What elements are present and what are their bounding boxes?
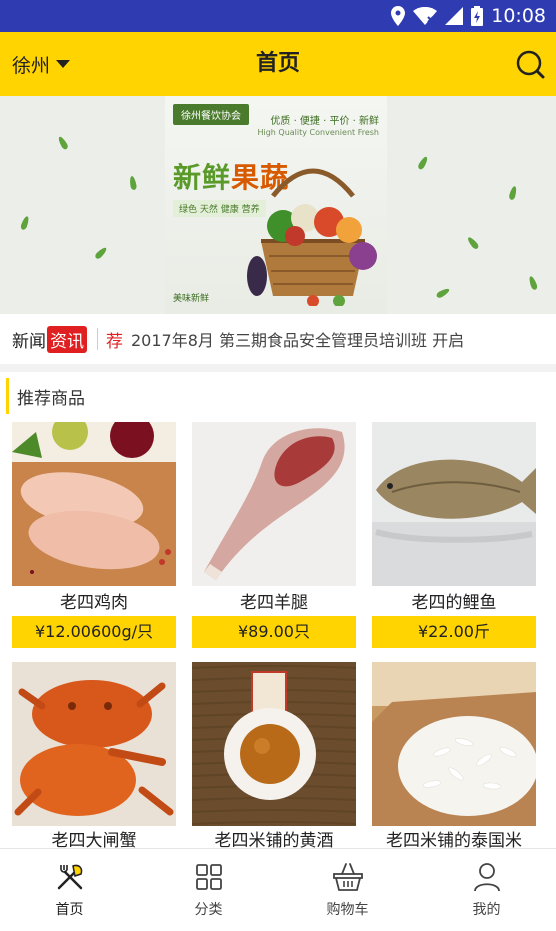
user-icon <box>471 861 503 893</box>
leaf-decoration <box>466 235 480 251</box>
promo-banner[interactable]: 徐州餐饮协会 优质 · 便捷 · 平价 · 新鲜 High Quality Co… <box>0 96 556 314</box>
product-card[interactable]: 老四米铺的泰国米 <box>372 662 536 851</box>
product-card[interactable]: 老四的鲤鱼 ¥22.00斤 <box>372 422 536 648</box>
status-time: 10:08 <box>491 5 546 27</box>
vegetable-basket-illustration <box>247 168 377 306</box>
leaf-decoration <box>435 286 451 300</box>
search-button[interactable] <box>514 48 546 80</box>
nav-label-category: 分类 <box>194 902 223 918</box>
banner-logo: 徐州餐饮协会 <box>173 104 249 125</box>
news-label: 新闻 <box>12 331 46 352</box>
news-separator <box>97 328 98 350</box>
product-image[interactable] <box>192 422 356 586</box>
page-title: 首页 <box>255 51 300 76</box>
signal-icon <box>445 7 464 25</box>
banner-subtitle: 优质 · 便捷 · 平价 · 新鲜 <box>270 116 379 127</box>
product-image[interactable] <box>12 662 176 826</box>
wifi-icon <box>413 7 438 25</box>
product-price[interactable]: ¥89.00只 <box>192 616 356 648</box>
leaf-decoration <box>93 245 109 261</box>
product-card[interactable]: 老四羊腿 ¥89.00只 <box>192 422 356 648</box>
product-card[interactable]: 老四米铺的黄酒 <box>192 662 356 851</box>
section-header: 推荐商品 <box>6 378 85 414</box>
nav-item-category[interactable]: 分类 <box>139 849 278 931</box>
banner-subtitle-en: High Quality Convenient Fresh <box>257 128 379 137</box>
nav-item-profile[interactable]: 我的 <box>417 849 556 931</box>
leaf-decoration <box>128 175 138 191</box>
app-header: 徐州 首页 <box>0 32 556 96</box>
news-headline[interactable]: 2017年8月 第三期食品安全管理员培训班 开启 <box>131 327 464 351</box>
product-name: 老四的鲤鱼 <box>411 593 497 613</box>
product-name: 老四羊腿 <box>240 593 308 613</box>
news-ticker[interactable]: 新闻 资讯 荐 2017年8月 第三期食品安全管理员培训班 开启 <box>0 314 556 364</box>
product-card[interactable]: 老四大闸蟹 <box>12 662 176 851</box>
section-divider <box>0 364 556 372</box>
banner-headline-part1: 新鲜 <box>173 161 232 194</box>
leaf-decoration <box>416 155 430 171</box>
product-card[interactable]: 老四鸡肉 ¥12.00600g/只 <box>12 422 176 648</box>
leaf-decoration <box>19 215 31 231</box>
basket-icon <box>332 861 364 893</box>
banner-stamp: 美味新鲜 <box>173 294 210 304</box>
product-image[interactable] <box>372 422 536 586</box>
leaf-decoration <box>508 185 518 201</box>
nav-item-cart[interactable]: 购物车 <box>278 849 417 931</box>
nav-label-home: 首页 <box>55 902 84 918</box>
product-image[interactable] <box>372 662 536 826</box>
news-badge: 资讯 <box>47 325 87 353</box>
product-price[interactable]: ¥12.00600g/只 <box>12 616 176 648</box>
battery-icon <box>471 6 484 26</box>
search-icon <box>514 50 546 84</box>
banner-artwork: 徐州餐饮协会 优质 · 便捷 · 平价 · 新鲜 High Quality Co… <box>165 96 387 314</box>
location-icon <box>391 6 406 26</box>
leaf-decoration <box>527 275 539 291</box>
news-recommend-tag: 荐 <box>106 331 123 352</box>
nav-label-cart: 购物车 <box>326 902 369 918</box>
section-title: 推荐商品 <box>17 388 85 409</box>
status-bar: 10:08 <box>0 0 556 32</box>
section-accent-bar <box>6 378 9 414</box>
status-icons: 10:08 <box>391 0 546 32</box>
nav-item-home[interactable]: 首页 <box>0 849 139 931</box>
product-image[interactable] <box>192 662 356 826</box>
product-image[interactable] <box>12 422 176 586</box>
bottom-nav: 首页 分类 购物车 我的 <box>0 848 556 931</box>
nav-label-profile: 我的 <box>472 902 501 918</box>
grid-icon <box>193 861 225 893</box>
product-name: 老四鸡肉 <box>60 593 128 613</box>
leaf-decoration <box>56 135 70 151</box>
product-price[interactable]: ¥22.00斤 <box>372 616 536 648</box>
fork-knife-icon <box>54 861 86 893</box>
